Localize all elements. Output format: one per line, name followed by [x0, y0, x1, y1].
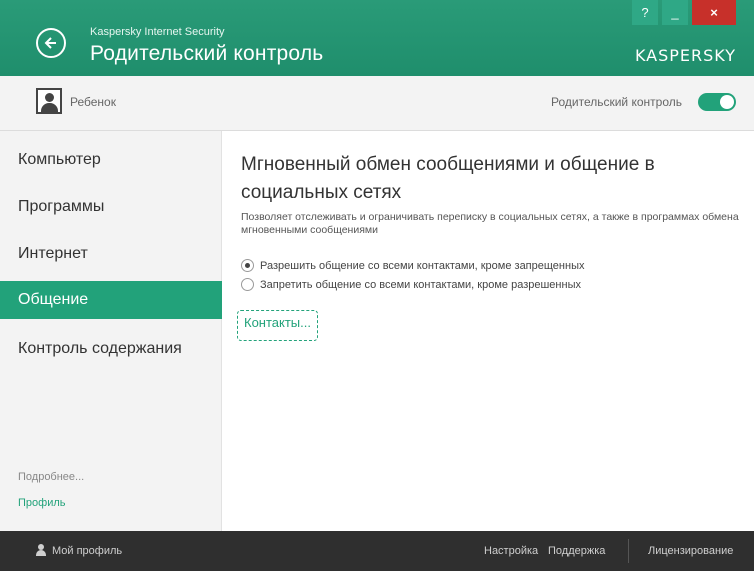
section-description: Позволяет отслеживать и ограничивать пер… — [241, 211, 739, 236]
toggle-knob — [720, 95, 734, 109]
radio-button-unchecked[interactable] — [241, 278, 254, 291]
radio-deny-label: Запретить общение со всеми контактами, к… — [260, 278, 581, 291]
sidebar-item-computer[interactable]: Компьютер — [0, 141, 222, 179]
support-link[interactable]: Поддержка — [548, 545, 605, 557]
sidebar-item-internet[interactable]: Интернет — [0, 235, 222, 273]
child-bar: Ребенок Родительский контроль — [0, 76, 754, 131]
app-name: Kaspersky Internet Security — [90, 26, 225, 38]
main-content: Мгновенный обмен сообщениями и общение в… — [223, 131, 754, 531]
radio-allow-label: Разрешить общение со всеми контактами, к… — [260, 259, 585, 272]
child-name[interactable]: Ребенок — [70, 95, 116, 109]
parental-control-toggle[interactable] — [698, 93, 736, 111]
radio-allow-all[interactable]: Разрешить общение со всеми контактами, к… — [241, 259, 584, 272]
parental-control-label: Родительский контроль — [551, 95, 682, 109]
kaspersky-logo: KASPERSKY — [634, 46, 736, 65]
sidebar-item-communication[interactable]: Общение — [0, 281, 222, 319]
section-heading: Мгновенный обмен сообщениями и общение в… — [241, 154, 655, 203]
my-profile-link[interactable]: Мой профиль — [52, 545, 122, 557]
radio-deny-all[interactable]: Запретить общение со всеми контактами, к… — [241, 278, 581, 291]
contacts-link[interactable]: Контакты... — [237, 310, 318, 341]
close-button[interactable]: × — [692, 0, 736, 25]
help-button[interactable]: ? — [632, 0, 658, 25]
bottom-bar: Мой профиль Настройка Поддержка Лицензир… — [0, 531, 754, 571]
minimize-button[interactable]: _ — [662, 0, 688, 25]
sidebar-item-content-control[interactable]: Контроль содержания — [0, 330, 222, 368]
more-link[interactable]: Подробнее... — [18, 471, 84, 483]
window-controls: ? _ × — [632, 0, 736, 25]
licensing-link[interactable]: Лицензирование — [648, 545, 733, 557]
sidebar: Компьютер Программы Интернет Общение Кон… — [0, 131, 222, 531]
back-button[interactable] — [36, 28, 66, 58]
title-bar: Kaspersky Internet Security Родительский… — [0, 0, 754, 76]
profile-link[interactable]: Профиль — [18, 497, 66, 509]
arrow-left-icon — [44, 37, 56, 49]
divider — [628, 539, 629, 563]
settings-link[interactable]: Настройка — [484, 545, 538, 557]
radio-button-checked[interactable] — [241, 259, 254, 272]
sidebar-item-programs[interactable]: Программы — [0, 188, 222, 226]
child-avatar-icon[interactable] — [36, 88, 62, 114]
page-title: Родительский контроль — [90, 42, 324, 65]
user-icon — [36, 544, 46, 556]
